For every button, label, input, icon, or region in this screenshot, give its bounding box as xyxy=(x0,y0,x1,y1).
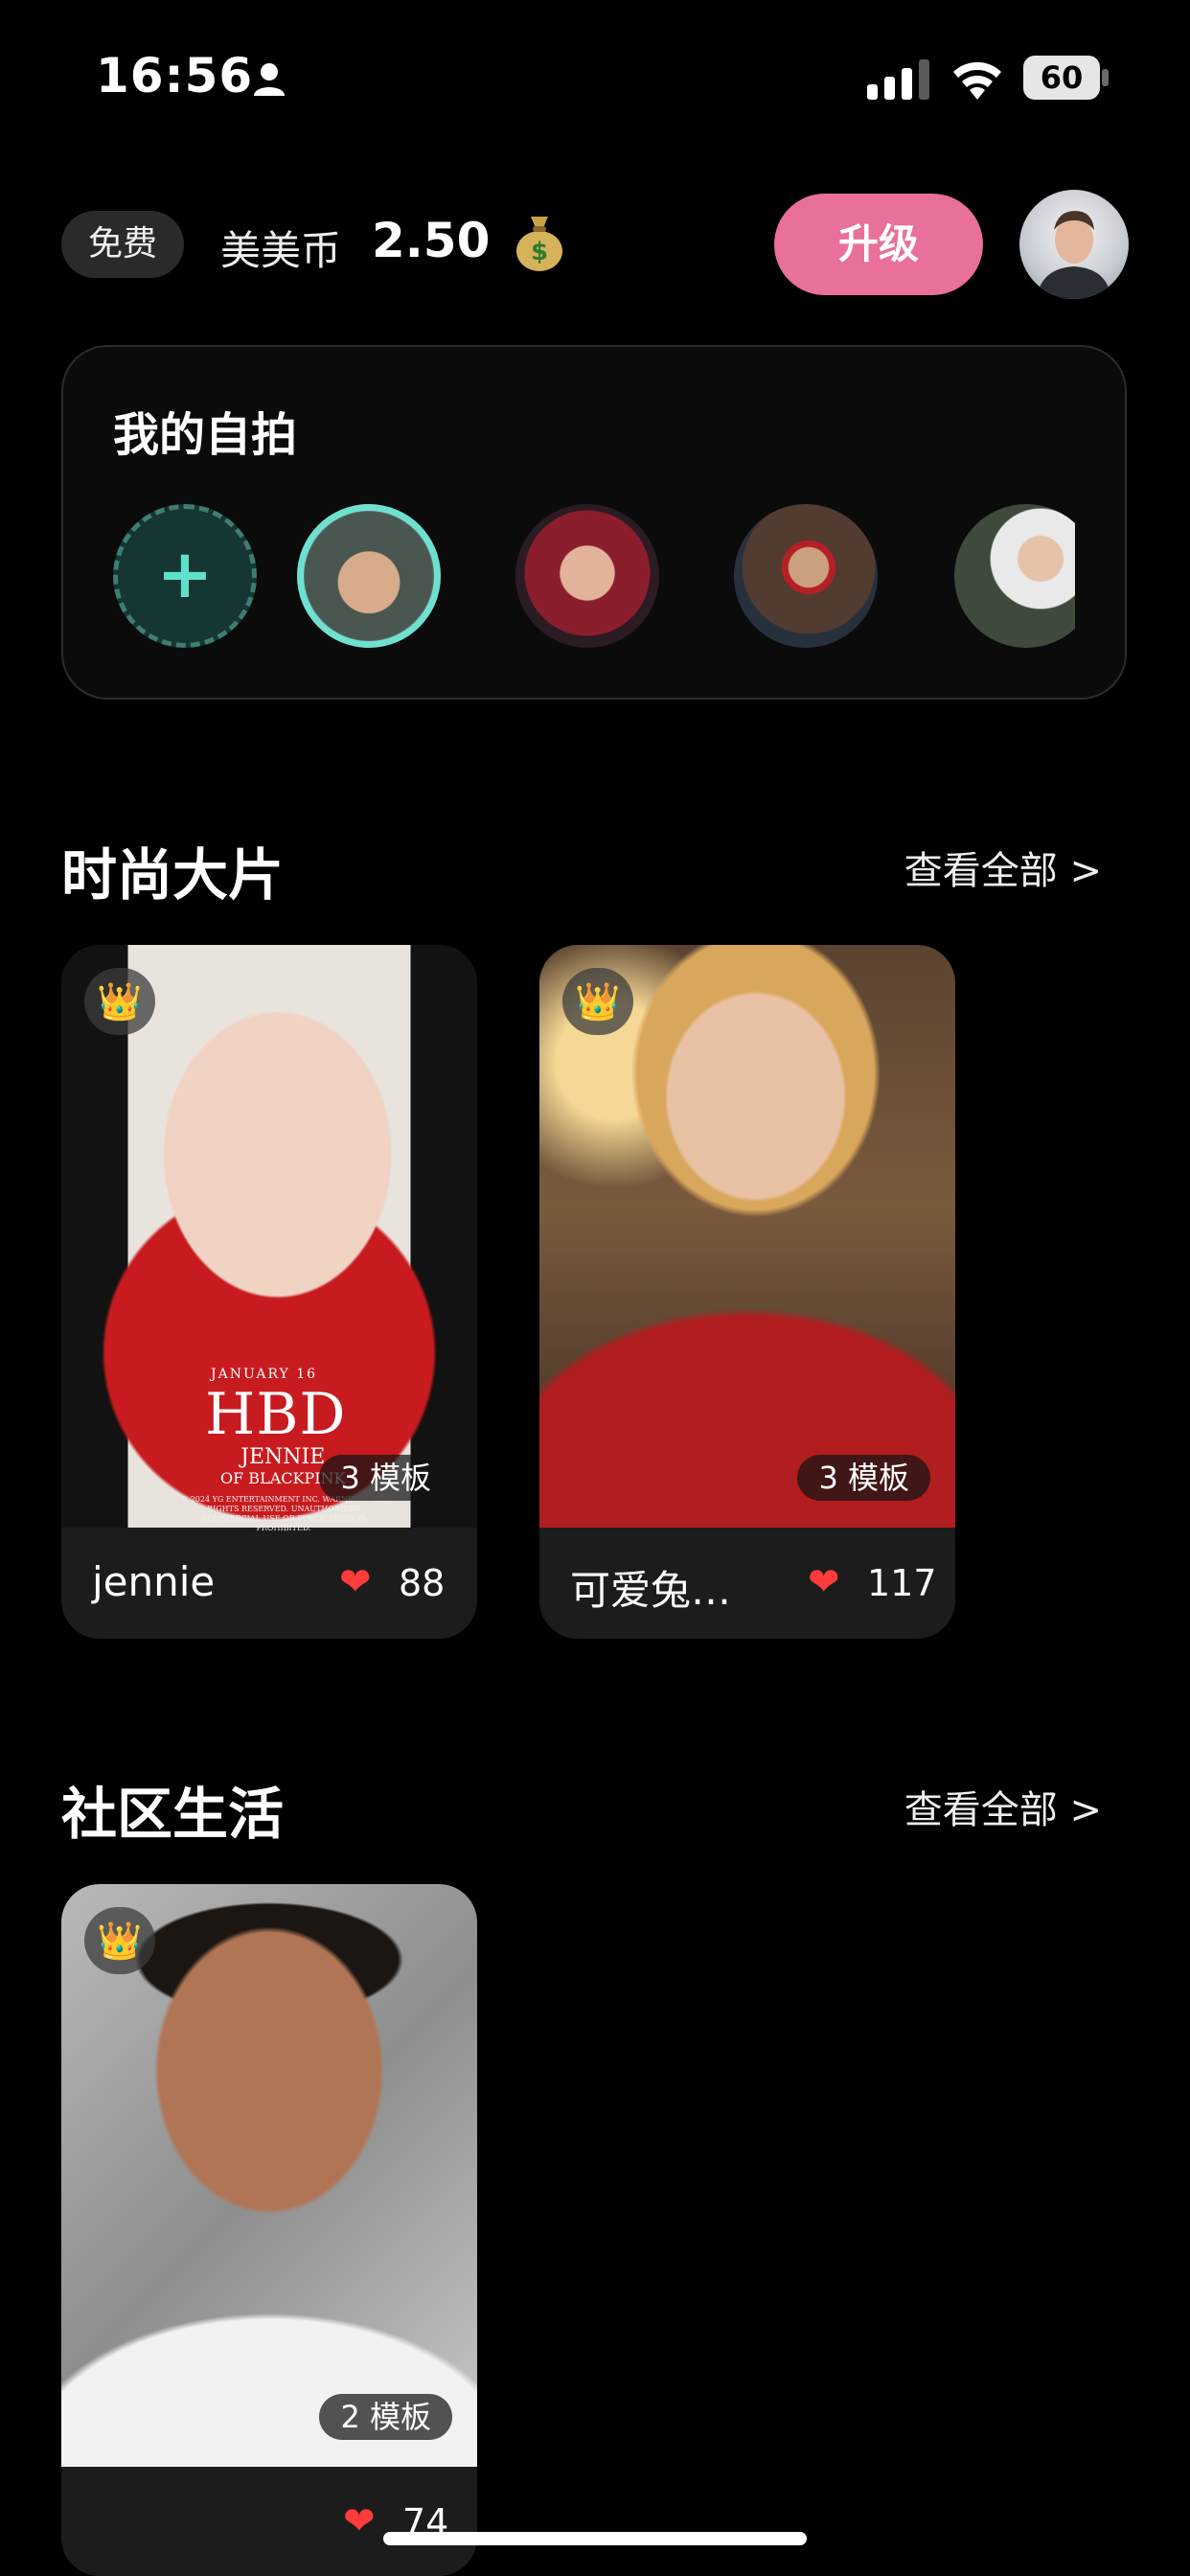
selfie-thumbnail[interactable] xyxy=(954,504,1075,648)
selfie-thumbnail[interactable] xyxy=(734,504,878,648)
like-count: 117 xyxy=(867,1562,937,1604)
card-title: 可爱兔… xyxy=(570,1567,732,1614)
my-selfies-title: 我的自拍 xyxy=(113,408,298,462)
section-title-community: 社区生活 xyxy=(61,1782,285,1847)
wifi-icon xyxy=(953,61,1001,100)
crown-icon: 👑 xyxy=(562,968,633,1035)
money-bag-icon: $ xyxy=(516,217,562,271)
upgrade-button[interactable]: 升级 xyxy=(774,194,983,295)
template-card[interactable]: 👑 2 模板 ❤ 74 xyxy=(61,1884,477,2576)
svg-text:$: $ xyxy=(531,238,548,266)
coin-balance: 2.50 xyxy=(372,213,491,268)
person-icon xyxy=(254,63,285,96)
plan-badge: 免费 xyxy=(61,211,184,278)
template-count-badge: 3 模板 xyxy=(797,1455,930,1501)
battery-tip xyxy=(1102,69,1109,86)
crown-icon: 👑 xyxy=(84,968,155,1035)
home-indicator[interactable] xyxy=(383,2532,807,2545)
card-footer: jennie ❤ 88 xyxy=(61,1528,477,1639)
selfie-photo xyxy=(305,512,433,640)
selfie-thumbnail[interactable] xyxy=(515,504,659,648)
template-card[interactable]: JANUARY 16 HBD JENNIE OF BLACKPINK © 202… xyxy=(61,945,477,1639)
card-footer: ❤ 74 xyxy=(61,2467,477,2576)
battery-indicator: 60 xyxy=(1023,56,1110,102)
selfie-photo xyxy=(954,504,1075,648)
profile-avatar[interactable] xyxy=(1019,190,1129,299)
coin-label: 美美币 xyxy=(220,227,342,274)
see-all-fashion-link[interactable]: 查看全部 > xyxy=(904,840,1102,895)
heart-icon[interactable]: ❤ xyxy=(808,1560,840,1604)
cellular-signal-icon xyxy=(867,59,929,100)
heart-icon[interactable]: ❤ xyxy=(339,1560,372,1604)
template-count-badge: 2 模板 xyxy=(319,2394,452,2440)
avatar-portrait xyxy=(1037,211,1111,299)
crown-icon: 👑 xyxy=(84,1907,155,1974)
section-title-fashion: 时尚大片 xyxy=(61,842,285,908)
card-footer: 可爱兔… ❤ 117 xyxy=(539,1528,955,1639)
selfie-thumbnail-selected[interactable] xyxy=(297,504,441,648)
card-overlay-headline: HBD xyxy=(205,1381,347,1448)
template-count-badge: 3 模板 xyxy=(319,1455,452,1501)
like-count: 88 xyxy=(399,1562,446,1604)
template-card[interactable]: 👑 3 模板 可爱兔… ❤ 117 xyxy=(539,945,955,1639)
status-time: 16:56 xyxy=(96,48,254,104)
card-title: jennie xyxy=(92,1558,216,1605)
see-all-community-link[interactable]: 查看全部 > xyxy=(904,1779,1102,1834)
add-selfie-button[interactable]: + xyxy=(113,504,257,648)
heart-icon[interactable]: ❤ xyxy=(343,2499,376,2543)
card-overlay-date: JANUARY 16 xyxy=(211,1367,318,1382)
battery-level: 60 xyxy=(1023,56,1100,100)
